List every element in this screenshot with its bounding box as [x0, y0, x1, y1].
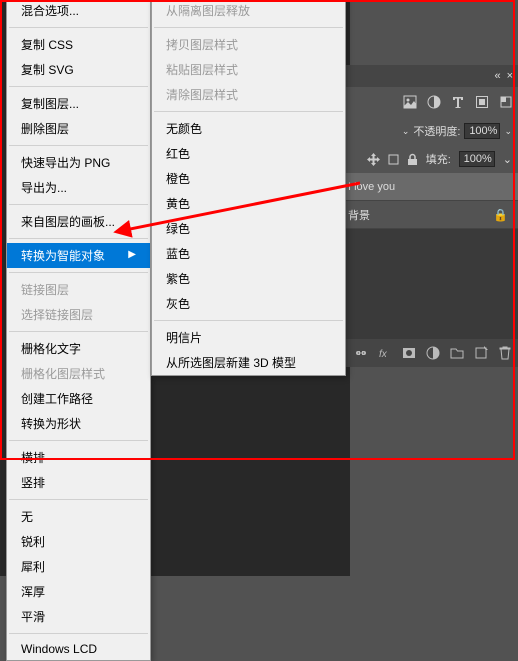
menu-item[interactable]: 创建工作路径: [7, 386, 150, 411]
menu-item[interactable]: 导出为...: [7, 175, 150, 200]
menu-item: 拷贝图层样式: [152, 32, 345, 57]
menu-item[interactable]: Windows LCD: [7, 638, 150, 660]
menu-item: 选择链接图层: [7, 302, 150, 327]
menu-item[interactable]: 犀利: [7, 554, 150, 579]
opacity-row: ⌄ 不透明度: 100% ⌄: [340, 117, 518, 145]
layer-type-icons-row: [340, 87, 518, 117]
menu-separator: [154, 27, 343, 28]
layers-panel: « × ⌄ 不透明度: 100% ⌄ 填充: 100% ⌄ I love you…: [340, 65, 518, 367]
svg-text:fx: fx: [379, 349, 388, 360]
text-icon[interactable]: [451, 95, 465, 109]
menu-item[interactable]: 从所选图层新建 3D 模型: [152, 350, 345, 375]
menu-separator: [9, 204, 148, 205]
menu-item[interactable]: 平滑: [7, 604, 150, 629]
fx-icon[interactable]: fx: [378, 346, 392, 360]
menu-item[interactable]: 转换为智能对象▶: [7, 243, 150, 268]
menu-item[interactable]: 快速导出为 PNG: [7, 150, 150, 175]
menu-item[interactable]: 红色: [152, 141, 345, 166]
layer-name: I love you: [348, 181, 395, 193]
delete-icon[interactable]: [498, 346, 512, 360]
menu-separator: [9, 238, 148, 239]
collapse-icon[interactable]: «: [494, 70, 500, 82]
group-icon[interactable]: [450, 346, 464, 360]
panel-header: « ×: [340, 65, 518, 87]
fill-row: 填充: 100% ⌄: [340, 145, 518, 173]
menu-separator: [154, 320, 343, 321]
lock-artboard-icon[interactable]: [387, 153, 400, 166]
lock-icon[interactable]: 🔒: [493, 208, 508, 222]
layer-item[interactable]: I love you: [340, 173, 518, 201]
menu-item[interactable]: 横排: [7, 445, 150, 470]
fill-chevron-icon[interactable]: ⌄: [503, 153, 512, 166]
menu-separator: [9, 272, 148, 273]
menu-item[interactable]: 黄色: [152, 191, 345, 216]
submenu-arrow-icon: ▶: [128, 249, 136, 260]
menu-item: 粘贴图层样式: [152, 57, 345, 82]
layer-item[interactable]: 背景 🔒: [340, 201, 518, 229]
menu-item[interactable]: 明信片: [152, 325, 345, 350]
menu-item[interactable]: 绿色: [152, 216, 345, 241]
opacity-value[interactable]: 100%: [464, 123, 500, 139]
opacity-label: 不透明度:: [413, 123, 460, 139]
menu-separator: [154, 111, 343, 112]
menu-item[interactable]: 来自图层的画板...: [7, 209, 150, 234]
menu-separator: [9, 145, 148, 146]
new-adjustment-icon[interactable]: [426, 346, 440, 360]
menu-item: 从隔离图层释放: [152, 0, 345, 23]
menu-item[interactable]: 复制 CSS: [7, 32, 150, 57]
layers-list: I love you 背景 🔒: [340, 173, 518, 229]
menu-separator: [9, 633, 148, 634]
menu-item[interactable]: 复制图层...: [7, 91, 150, 116]
image-icon[interactable]: [403, 95, 417, 109]
menu-separator: [9, 499, 148, 500]
smartobject-icon[interactable]: [499, 95, 513, 109]
menu-item[interactable]: 删除图层: [7, 116, 150, 141]
menu-item: 链接图层: [7, 277, 150, 302]
new-layer-icon[interactable]: [474, 346, 488, 360]
context-menu-left: 混合选项... 复制 CSS复制 SVG 复制图层...删除图层快速导出为 PNG导…: [6, 0, 151, 661]
menu-separator: [9, 440, 148, 441]
menu-item[interactable]: 无: [7, 504, 150, 529]
menu-separator: [9, 86, 148, 87]
layer-name: 背景: [348, 207, 370, 223]
blend-mode-chevron-icon[interactable]: ⌄: [402, 126, 410, 137]
menu-item[interactable]: 混合选项...: [7, 0, 150, 23]
lock-move-icon[interactable]: [367, 153, 380, 166]
layers-empty-area: [340, 229, 518, 339]
menu-item[interactable]: 蓝色: [152, 241, 345, 266]
menu-item[interactable]: 竖排: [7, 470, 150, 495]
menu-item[interactable]: 栅格化文字: [7, 336, 150, 361]
link-icon[interactable]: [354, 346, 368, 360]
menu-item[interactable]: 橙色: [152, 166, 345, 191]
menu-item[interactable]: 灰色: [152, 291, 345, 316]
lock-all-icon[interactable]: [407, 153, 418, 166]
mask-icon[interactable]: [402, 346, 416, 360]
menu-item: 清除图层样式: [152, 82, 345, 107]
menu-item[interactable]: 浑厚: [7, 579, 150, 604]
close-icon[interactable]: ×: [507, 70, 513, 82]
menu-item: 栅格化图层样式: [7, 361, 150, 386]
fill-label: 填充:: [426, 151, 451, 167]
menu-item[interactable]: 转换为形状: [7, 411, 150, 436]
menu-item[interactable]: 复制 SVG: [7, 57, 150, 82]
menu-item[interactable]: 无颜色: [152, 116, 345, 141]
menu-separator: [9, 331, 148, 332]
shape-icon[interactable]: [475, 95, 489, 109]
context-menu-right: 从隔离图层释放拷贝图层样式粘贴图层样式清除图层样式无颜色红色橙色黄色绿色蓝色紫色…: [151, 0, 346, 376]
fill-value[interactable]: 100%: [459, 151, 495, 167]
menu-item[interactable]: 锐利: [7, 529, 150, 554]
menu-item[interactable]: 紫色: [152, 266, 345, 291]
opacity-chevron-icon[interactable]: ⌄: [504, 126, 512, 137]
adjustment-icon[interactable]: [427, 95, 441, 109]
layers-bottom-toolbar: fx: [340, 339, 518, 367]
menu-separator: [9, 27, 148, 28]
